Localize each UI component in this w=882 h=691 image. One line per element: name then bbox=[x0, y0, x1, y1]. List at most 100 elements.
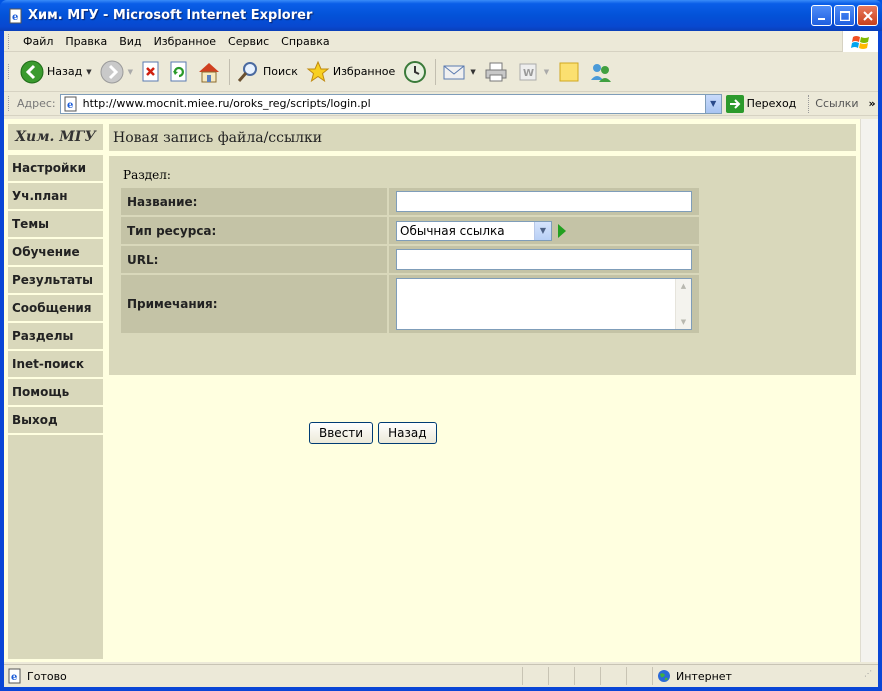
address-url[interactable]: http://www.mocnit.miee.ru/oroks_reg/scri… bbox=[83, 97, 705, 110]
chevron-down-icon[interactable]: ▼ bbox=[534, 221, 551, 240]
submit-button[interactable]: Ввести bbox=[309, 422, 374, 444]
sidebar-item-inet-search[interactable]: Inet-поиск bbox=[8, 351, 103, 377]
mail-button[interactable]: ▼ bbox=[439, 56, 478, 88]
forward-button[interactable]: ▼ bbox=[97, 56, 136, 88]
close-button[interactable] bbox=[857, 5, 878, 26]
sidebar-item-results[interactable]: Результаты bbox=[8, 267, 103, 293]
refresh-button[interactable] bbox=[166, 56, 192, 88]
chevron-right-icon[interactable]: » bbox=[869, 97, 876, 110]
ie-page-icon: e bbox=[9, 8, 22, 23]
form-buttons: Ввести Назад bbox=[309, 422, 442, 444]
status-segment bbox=[548, 667, 574, 685]
sidebar-item-topics[interactable]: Темы bbox=[8, 211, 103, 237]
printer-icon bbox=[485, 62, 507, 81]
sidebar-item-sections[interactable]: Разделы bbox=[8, 323, 103, 349]
back-arrow-icon bbox=[20, 60, 44, 83]
address-input[interactable]: e http://www.mocnit.miee.ru/oroks_reg/sc… bbox=[59, 93, 722, 114]
mail-dropdown-icon[interactable]: ▼ bbox=[470, 68, 475, 76]
resize-grip-icon[interactable]: ⋰ bbox=[864, 669, 878, 683]
stop-icon bbox=[142, 61, 159, 81]
type-cell: Обычная ссылка ▼ bbox=[389, 217, 699, 244]
menu-file[interactable]: Файл bbox=[17, 33, 59, 50]
form-row-name: Название: bbox=[121, 188, 699, 215]
sidebar-item-study-plan[interactable]: Уч.план bbox=[8, 183, 103, 209]
scroll-down-icon[interactable]: ▼ bbox=[676, 315, 691, 329]
menu-view[interactable]: Вид bbox=[113, 33, 147, 50]
search-button[interactable]: Поиск bbox=[233, 56, 301, 88]
favorites-button[interactable]: Избранное bbox=[303, 56, 398, 88]
home-icon bbox=[199, 62, 219, 82]
back-button[interactable]: Назад ▼ bbox=[17, 56, 95, 88]
page-scrollbar[interactable] bbox=[860, 119, 878, 662]
home-button[interactable] bbox=[194, 56, 224, 88]
notes-scrollbar[interactable]: ▲ ▼ bbox=[675, 279, 691, 329]
forward-arrow-icon bbox=[100, 60, 124, 83]
mail-icon bbox=[443, 65, 465, 79]
refresh-icon bbox=[170, 61, 187, 81]
sidebar-item-settings[interactable]: Настройки bbox=[8, 155, 103, 181]
maximize-button[interactable] bbox=[834, 5, 855, 26]
resource-type-value: Обычная ссылка bbox=[400, 223, 505, 238]
sidebar-item-exit[interactable]: Выход bbox=[8, 407, 103, 433]
minimize-icon bbox=[817, 17, 825, 20]
address-dropdown-icon[interactable]: ▼ bbox=[704, 94, 721, 113]
messenger-button[interactable] bbox=[586, 56, 616, 88]
edit-button[interactable]: W ▼ bbox=[513, 56, 552, 88]
discuss-button[interactable] bbox=[554, 56, 584, 88]
entry-form: Название: Тип ресурса: Обычная ссылка ▼ bbox=[121, 188, 699, 335]
stop-button[interactable] bbox=[138, 56, 164, 88]
browser-client: Файл Правка Вид Избранное Сервис Справка bbox=[4, 31, 878, 687]
sidebar-menu: Настройки Уч.план Темы Обучение Результа… bbox=[8, 155, 103, 435]
section-label: Раздел: bbox=[123, 168, 171, 182]
svg-text:e: e bbox=[67, 100, 73, 111]
status-bar: e Готово Интернет ⋰ bbox=[4, 664, 878, 687]
sidebar: Хим. МГУ Настройки Уч.план Темы Обучение… bbox=[4, 119, 108, 662]
links-button[interactable]: Ссылки » bbox=[808, 94, 876, 113]
status-segment bbox=[522, 667, 548, 685]
back-dropdown-icon[interactable]: ▼ bbox=[86, 68, 91, 76]
toolbar-separator bbox=[229, 58, 230, 85]
messenger-icon bbox=[591, 63, 612, 82]
globe-icon bbox=[658, 670, 670, 682]
url-input[interactable] bbox=[396, 249, 692, 270]
search-label: Поиск bbox=[263, 65, 298, 78]
play-arrow-icon[interactable] bbox=[558, 223, 566, 238]
menu-tools[interactable]: Сервис bbox=[222, 33, 275, 50]
notes-textarea[interactable]: ▲ ▼ bbox=[396, 278, 692, 330]
browser-window: e Хим. МГУ - Microsoft Internet Explorer… bbox=[0, 0, 882, 691]
form-row-url: URL: bbox=[121, 246, 699, 273]
go-arrow-icon bbox=[725, 94, 744, 113]
toolbar-separator bbox=[435, 58, 437, 85]
status-main: e Готово bbox=[4, 665, 522, 687]
menu-edit[interactable]: Правка bbox=[59, 33, 113, 50]
menu-grip bbox=[8, 33, 11, 49]
status-segment bbox=[574, 667, 600, 685]
form-row-notes: Примечания: ▲ ▼ bbox=[121, 275, 699, 333]
menu-favorites[interactable]: Избранное bbox=[148, 33, 222, 50]
sidebar-item-learning[interactable]: Обучение bbox=[8, 239, 103, 265]
close-icon bbox=[862, 10, 873, 21]
form-row-type: Тип ресурса: Обычная ссылка ▼ bbox=[121, 217, 699, 244]
name-input[interactable] bbox=[396, 191, 692, 212]
go-button[interactable]: Переход bbox=[725, 94, 796, 113]
zone-label: Интернет bbox=[676, 669, 732, 683]
favorites-label: Избранное bbox=[332, 65, 396, 78]
star-icon bbox=[306, 60, 330, 82]
print-button[interactable] bbox=[481, 56, 511, 88]
minimize-button[interactable] bbox=[811, 5, 832, 26]
url-cell bbox=[389, 246, 699, 273]
note-icon bbox=[559, 62, 579, 81]
scroll-up-icon[interactable]: ▲ bbox=[676, 279, 691, 293]
menu-help[interactable]: Справка bbox=[275, 33, 335, 50]
history-button[interactable] bbox=[400, 56, 430, 88]
sidebar-item-help[interactable]: Помощь bbox=[8, 379, 103, 405]
ie-page-icon: e bbox=[8, 668, 21, 684]
address-bar: Адрес: e http://www.mocnit.miee.ru/oroks… bbox=[4, 92, 878, 116]
back-page-button[interactable]: Назад bbox=[378, 422, 437, 444]
svg-text:e: e bbox=[12, 12, 18, 23]
resource-type-select[interactable]: Обычная ссылка ▼ bbox=[396, 220, 552, 241]
sidebar-item-messages[interactable]: Сообщения bbox=[8, 295, 103, 321]
address-grip bbox=[8, 96, 11, 111]
maximize-icon bbox=[839, 10, 850, 21]
standard-toolbar: Назад ▼ ▼ Поиск Избранное ▼ W ▼ bbox=[4, 52, 878, 92]
